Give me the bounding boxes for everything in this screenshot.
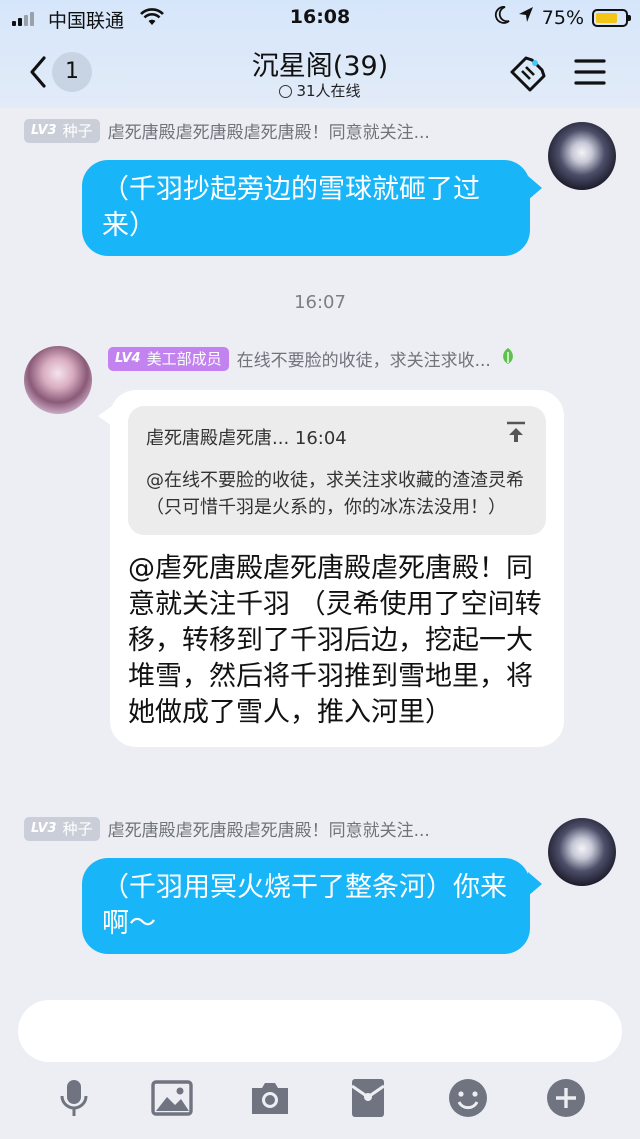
tag-label: 美工部成员 xyxy=(146,350,222,368)
sender-name[interactable]: 虐死唐殿虐死唐殿虐死唐殿！同意就关注... xyxy=(108,816,430,841)
input-bar xyxy=(0,988,640,1139)
sender-row: LV3 种子 虐死唐殿虐死唐殿虐死唐殿！同意就关注... xyxy=(24,816,430,841)
sender-row: LV4 美工部成员 在线不要脸的收徒，求关注求收... xyxy=(108,346,517,371)
status-bar: 中国联通 16:08 75% xyxy=(0,6,640,32)
sender-name[interactable]: 在线不要脸的收徒，求关注求收... xyxy=(237,346,491,371)
level-label: LV3 xyxy=(31,123,57,138)
message-bubble[interactable]: （千羽用冥火烧干了整条河）你来啊～ xyxy=(82,858,530,954)
message-input[interactable] xyxy=(18,1000,622,1062)
timestamp: 16:07 xyxy=(294,292,346,313)
status-right: 75% xyxy=(494,6,631,29)
microphone-icon[interactable] xyxy=(52,1076,96,1120)
battery-percent: 75% xyxy=(541,6,584,29)
message-bubble[interactable]: （千羽抄起旁边的雪球就砸了过来） xyxy=(82,160,530,256)
location-icon xyxy=(518,6,534,29)
header-bar: 中国联通 16:08 75% 1 沉星阁(39) 31人在线 xyxy=(0,0,640,108)
sender-row: LV3 种子 虐死唐殿虐死唐殿虐死唐殿！同意就关注... xyxy=(24,118,430,143)
level-label: LV3 xyxy=(31,821,57,836)
image-icon[interactable] xyxy=(150,1076,194,1120)
avatar[interactable] xyxy=(548,122,616,190)
level-tag: LV3 种子 xyxy=(24,118,100,143)
online-label: 31人在线 xyxy=(296,82,361,100)
bubble-tail xyxy=(98,406,112,426)
red-packet-icon[interactable] xyxy=(346,1076,390,1120)
avatar[interactable] xyxy=(24,346,92,414)
jump-to-quote-icon[interactable] xyxy=(504,420,528,457)
quote-header: 虐死唐殿虐死唐... 16:04 xyxy=(146,427,347,449)
avatar[interactable] xyxy=(548,818,616,886)
level-label: LV4 xyxy=(115,351,141,366)
bubble-tail xyxy=(528,176,542,200)
moon-icon xyxy=(494,6,510,29)
camera-icon[interactable] xyxy=(248,1076,292,1120)
level-tag: LV3 种子 xyxy=(24,816,100,841)
bubble-tail xyxy=(528,872,542,896)
tag-label: 种子 xyxy=(62,820,93,838)
level-tag: LV4 美工部成员 xyxy=(108,346,229,371)
message-text: @虐死唐殿虐死唐殿虐死唐殿！同意就关注千羽 （灵希使用了空间转移，转移到了千羽后… xyxy=(128,553,542,728)
battery-icon xyxy=(592,8,631,27)
plus-icon[interactable] xyxy=(544,1076,588,1120)
message-bubble[interactable]: 虐死唐殿虐死唐... 16:04 @在线不要脸的收徒，求关注求收藏的渣渣灵希 （… xyxy=(110,390,564,747)
menu-icon[interactable] xyxy=(572,56,608,92)
quote-body: @在线不要脸的收徒，求关注求收藏的渣渣灵希 （只可惜千羽是火系的，你的冰冻法没用… xyxy=(146,470,524,518)
online-icon xyxy=(279,85,293,98)
ticket-icon[interactable] xyxy=(506,52,550,96)
quoted-message[interactable]: 虐死唐殿虐死唐... 16:04 @在线不要脸的收徒，求关注求收藏的渣渣灵希 （… xyxy=(128,406,546,535)
toolbar xyxy=(0,1076,640,1120)
sprout-icon xyxy=(499,346,517,371)
emoji-icon[interactable] xyxy=(446,1076,490,1120)
sender-name[interactable]: 虐死唐殿虐死唐殿虐死唐殿！同意就关注... xyxy=(108,118,430,143)
tag-label: 种子 xyxy=(62,122,93,140)
